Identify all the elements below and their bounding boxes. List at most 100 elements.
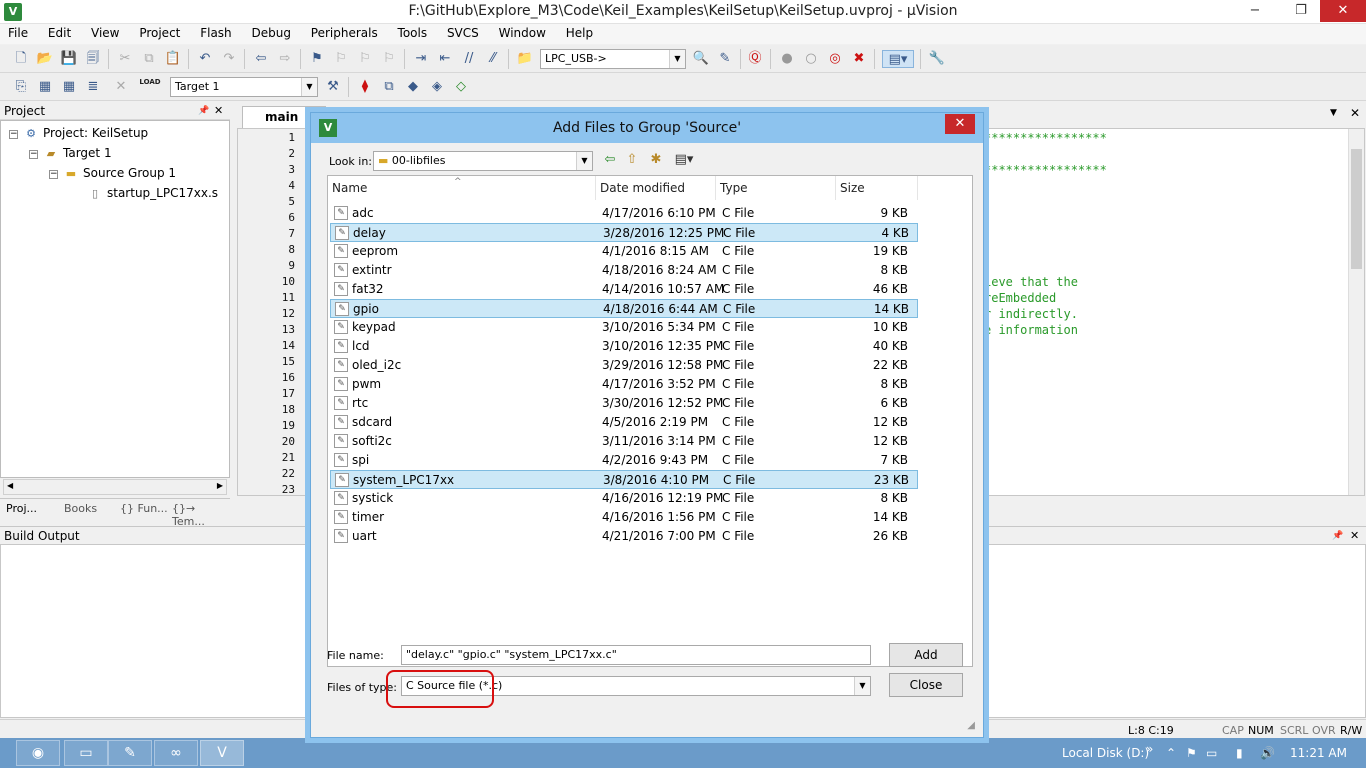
tree-horizontal-scrollbar[interactable]: ◀ ▶	[3, 479, 227, 495]
close-editor-icon[interactable]: ✕	[1350, 106, 1360, 120]
uncomment-icon[interactable]: ⁄⁄	[484, 50, 502, 68]
batch-build-icon[interactable]: ≣	[84, 78, 102, 96]
insert-breakpoint-icon[interactable]: ●	[778, 50, 796, 68]
kill-breakpoints-icon[interactable]: ✖	[850, 50, 868, 68]
menu-view[interactable]: View	[83, 24, 127, 44]
target-select[interactable]: Target 1 ▼	[170, 77, 318, 97]
uvision-taskbar-icon[interactable]: V	[200, 740, 244, 766]
notepad-icon[interactable]: ✎	[108, 740, 152, 766]
local-disk-toolbar[interactable]: Local Disk (D:)	[1062, 746, 1149, 760]
look-in-select[interactable]: ▬ 00-libfiles ▼	[373, 151, 593, 171]
menu-tools[interactable]: Tools	[390, 24, 436, 44]
select-software-packs-icon[interactable]: ◆	[404, 78, 422, 96]
close-window-button[interactable]: ✕	[1320, 0, 1366, 22]
chrome-icon[interactable]: ◉	[16, 740, 60, 766]
file-row[interactable]: ✎ pwm 4/17/2016 3:52 PM C File 8 KB	[330, 375, 918, 394]
menu-project[interactable]: Project	[131, 24, 188, 44]
file-row[interactable]: ✎ fat32 4/14/2016 10:57 AM C File 46 KB	[330, 280, 918, 299]
menu-svcs[interactable]: SVCS	[439, 24, 487, 44]
file-row[interactable]: ✎ gpio 4/18/2016 6:44 AM C File 14 KB	[330, 299, 918, 318]
file-row[interactable]: ✎ timer 4/16/2016 1:56 PM C File 14 KB	[330, 508, 918, 527]
flag-icon[interactable]: ⚑	[1186, 746, 1197, 760]
new-folder-icon[interactable]: ✱	[647, 151, 665, 169]
back-icon[interactable]: ⇦	[601, 151, 619, 169]
show-hidden-icons-icon[interactable]: ⌃	[1166, 746, 1176, 760]
file-row[interactable]: ✎ uart 4/21/2016 7:00 PM C File 26 KB	[330, 527, 918, 546]
dialog-close-button[interactable]: ✕	[945, 114, 975, 134]
copy-icon[interactable]: ⧉	[140, 50, 158, 68]
column-header-date[interactable]: Date modified	[596, 176, 716, 200]
restore-button[interactable]: ❐	[1282, 0, 1320, 22]
file-row[interactable]: ✎ adc 4/17/2016 6:10 PM C File 9 KB	[330, 204, 918, 223]
pin-icon[interactable]: 📌	[1332, 527, 1343, 545]
unindent-icon[interactable]: ⇤	[436, 50, 454, 68]
pin-icon[interactable]: 📌	[198, 102, 209, 120]
tree-item-source-group[interactable]: ▬ Source Group 1	[63, 166, 176, 181]
file-row[interactable]: ✎ systick 4/16/2016 12:19 PM C File 8 KB	[330, 489, 918, 508]
menu-window[interactable]: Window	[491, 24, 554, 44]
pack-installer-icon[interactable]: ◈	[428, 78, 446, 96]
clear-bookmarks-icon[interactable]: ⚐	[380, 50, 398, 68]
run-time-environment-icon[interactable]: ◇	[452, 78, 470, 96]
minimize-button[interactable]: −	[1236, 0, 1274, 22]
close-pane-icon[interactable]: ✕	[214, 102, 223, 120]
configure-icon[interactable]: 🔧	[928, 50, 946, 68]
column-header-size[interactable]: Size	[836, 176, 918, 200]
bookmark-icon[interactable]: ⚑	[308, 50, 326, 68]
chevron-down-icon[interactable]: ▼	[576, 152, 592, 170]
scroll-left-icon[interactable]: ◀	[7, 481, 13, 490]
file-row[interactable]: ✎ eeprom 4/1/2016 8:15 AM C File 19 KB	[330, 242, 918, 261]
scroll-right-icon[interactable]: ▶	[217, 481, 223, 490]
chevron-down-icon[interactable]: ▼	[301, 78, 317, 96]
file-row[interactable]: ✎ lcd 3/10/2016 12:35 PM C File 40 KB	[330, 337, 918, 356]
file-row[interactable]: ✎ spi 4/2/2016 9:43 PM C File 7 KB	[330, 451, 918, 470]
debug-session-icon[interactable]: Ⓠ	[746, 50, 764, 68]
manage-components-icon[interactable]: ⧫	[356, 78, 374, 96]
save-all-icon[interactable]: 🗐	[84, 50, 102, 68]
file-row[interactable]: ✎ system_LPC17xx 3/8/2016 4:10 PM C File…	[330, 470, 918, 489]
rebuild-icon[interactable]: ▦	[60, 78, 78, 96]
tree-item-startup-file[interactable]: ▯ startup_LPC17xx.s	[87, 186, 218, 201]
editor-vertical-scrollbar[interactable]	[1348, 129, 1364, 495]
new-file-icon[interactable]: 🗋	[12, 50, 30, 68]
window-layout-icon[interactable]: ▤▾	[882, 50, 914, 68]
close-button[interactable]: Close	[889, 673, 963, 697]
file-row[interactable]: ✎ keypad 3/10/2016 5:34 PM C File 10 KB	[330, 318, 918, 337]
resize-grip-icon[interactable]: ◢	[967, 720, 975, 731]
collapse-icon[interactable]: −	[29, 150, 38, 159]
file-row[interactable]: ✎ sdcard 4/5/2016 2:19 PM C File 12 KB	[330, 413, 918, 432]
signal-icon[interactable]: ▮	[1236, 746, 1243, 760]
file-explorer-icon[interactable]: ▭	[64, 740, 108, 766]
download-icon[interactable]: LOAD	[138, 78, 162, 96]
navigate-back-icon[interactable]: ⇦	[252, 50, 270, 68]
stop-build-icon[interactable]: ✕	[112, 78, 130, 96]
build-icon[interactable]: ▦	[36, 78, 54, 96]
dialog-title-bar[interactable]: V Add Files to Group 'Source' ✕	[311, 113, 983, 143]
find-combo[interactable]: LPC_USB-> ▼	[540, 49, 686, 69]
menu-flash[interactable]: Flash	[192, 24, 239, 44]
close-pane-icon[interactable]: ✕	[1350, 527, 1359, 545]
clock[interactable]: 11:21 AM	[1290, 746, 1347, 760]
find-icon[interactable]: 🔍	[692, 50, 710, 68]
view-menu-icon[interactable]: ▤▾	[671, 151, 697, 169]
enable-breakpoint-icon[interactable]: ○	[802, 50, 820, 68]
tree-item-target[interactable]: ▰ Target 1	[43, 146, 112, 161]
menu-file[interactable]: File	[0, 24, 36, 44]
chevron-down-icon[interactable]: ▼	[669, 50, 685, 68]
volume-icon[interactable]: 🔊	[1260, 746, 1275, 760]
file-row[interactable]: ✎ softi2c 3/11/2016 3:14 PM C File 12 KB	[330, 432, 918, 451]
collapse-icon[interactable]: −	[49, 170, 58, 179]
menu-peripherals[interactable]: Peripherals	[303, 24, 386, 44]
comment-icon[interactable]: //	[460, 50, 478, 68]
translate-icon[interactable]: ⎘	[12, 78, 30, 96]
menu-edit[interactable]: Edit	[40, 24, 79, 44]
add-button[interactable]: Add	[889, 643, 963, 667]
arduino-icon[interactable]: ∞	[154, 740, 198, 766]
column-header-name[interactable]: Name ^	[328, 176, 596, 200]
file-row[interactable]: ✎ extintr 4/18/2016 8:24 AM C File 8 KB	[330, 261, 918, 280]
manage-project-items-icon[interactable]: ⧉	[380, 78, 398, 96]
tree-item-project[interactable]: ⚙ Project: KeilSetup	[23, 126, 148, 141]
collapse-icon[interactable]: −	[9, 130, 18, 139]
incremental-find-icon[interactable]: ✎	[716, 50, 734, 68]
menu-help[interactable]: Help	[558, 24, 601, 44]
